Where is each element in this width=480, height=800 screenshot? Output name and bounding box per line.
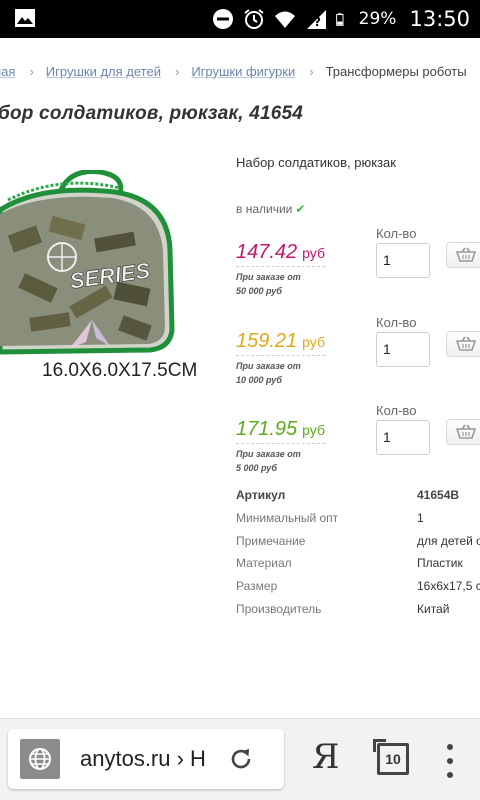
spec-row: Артикул 41654B xyxy=(236,484,480,507)
status-bar: ? 29% 13:50 xyxy=(0,0,480,38)
site-favicon xyxy=(20,739,60,779)
basket-icon xyxy=(456,247,476,262)
tier-condition-amount: 10 000 руб xyxy=(236,375,282,385)
price-currency: руб xyxy=(302,245,325,261)
menu-dot xyxy=(447,744,453,750)
do-not-disturb-icon xyxy=(212,9,233,29)
price-value: 159.21 руб xyxy=(236,329,325,356)
status-icons: ? 29% 13:50 xyxy=(212,0,470,38)
price-value: 171.95 руб xyxy=(236,417,325,444)
spec-label: Минимальный опт xyxy=(236,510,339,525)
clock: 13:50 xyxy=(409,7,470,31)
price-currency: руб xyxy=(302,422,325,438)
breadcrumb-link-toys[interactable]: Игрушки для детей xyxy=(46,64,161,79)
basket-icon xyxy=(456,424,476,439)
spec-row: Производитель Китай xyxy=(236,598,480,621)
menu-dot xyxy=(447,772,453,778)
add-to-cart-button[interactable] xyxy=(446,419,480,445)
breadcrumb-separator: › xyxy=(29,63,34,79)
spec-label: Производитель xyxy=(236,601,322,616)
tier-condition-amount: 5 000 руб xyxy=(236,463,277,473)
tier-condition: При заказе от 5 000 руб xyxy=(236,447,301,475)
spec-value: Китай xyxy=(417,601,450,616)
quantity-input[interactable]: 1 xyxy=(376,420,430,455)
spec-label: Материал xyxy=(236,556,292,571)
price-tier: 159.21 руб При заказе от 10 000 руб Кол-в… xyxy=(236,315,480,399)
battery-percent: 29% xyxy=(358,9,397,29)
breadcrumb-separator: › xyxy=(174,63,180,79)
spec-value: 41654B xyxy=(417,488,460,502)
gallery-notification-icon xyxy=(15,9,35,27)
tier-condition: При заказе от 10 000 руб xyxy=(236,359,301,387)
address-bar[interactable]: anytos.ru › Н xyxy=(8,729,284,789)
price-amount: 171.95 xyxy=(236,418,298,440)
no-signal-icon: ? xyxy=(306,10,326,29)
spec-value: 16x6x17,5 с xyxy=(417,579,480,594)
spec-row: Размер 16x6x17,5 с xyxy=(236,575,480,598)
add-to-cart-button[interactable] xyxy=(446,331,480,357)
yandex-button[interactable]: Я xyxy=(312,737,339,777)
tier-condition: При заказе от 50 000 руб xyxy=(236,270,301,298)
menu-dot xyxy=(447,758,453,764)
breadcrumb-link-home[interactable]: ная xyxy=(0,64,15,79)
spec-row: Минимальный опт 1 xyxy=(236,507,480,530)
breadcrumb-separator: › xyxy=(309,63,314,79)
tier-condition-label: При заказе от xyxy=(236,361,301,371)
reload-icon[interactable] xyxy=(226,744,256,774)
spec-row: Примечание для детей о xyxy=(236,530,480,553)
breadcrumb-current: Трансформеры роботы xyxy=(325,63,467,79)
quantity-label: Кол-во xyxy=(376,315,417,330)
product-name: Набор солдатиков, рюкзак xyxy=(236,155,396,170)
tier-condition-label: При заказе от xyxy=(236,272,301,282)
tabs-button[interactable]: 10 xyxy=(373,739,409,775)
price-tier: 171.95 руб При заказе от 5 000 руб Кол-во… xyxy=(236,403,480,487)
price-amount: 147.42 xyxy=(236,241,298,263)
price-currency: руб xyxy=(302,334,325,350)
checkmark-icon: ✔ xyxy=(295,202,306,216)
add-to-cart-button[interactable] xyxy=(446,242,480,268)
stock-status-text: в наличии xyxy=(236,202,293,216)
breadcrumb-link-figures[interactable]: Игрушки фигурки xyxy=(191,64,295,79)
product-image-caption: 16.0X6.0X17.5CM xyxy=(42,360,197,381)
spec-row: Материал Пластик xyxy=(236,552,480,575)
alarm-icon xyxy=(244,9,264,29)
quantity-label: Кол-во xyxy=(376,226,417,241)
url-text[interactable]: anytos.ru › Н xyxy=(80,746,206,772)
product-image[interactable]: SERIES 16.0X6.0X17.5CM xyxy=(0,170,228,384)
battery-icon xyxy=(335,13,344,26)
quantity-input[interactable]: 1 xyxy=(376,243,430,278)
stock-status: в наличии ✔ xyxy=(236,202,305,216)
quantity-input[interactable]: 1 xyxy=(376,332,430,367)
spec-value: для детей о xyxy=(417,533,480,548)
price-value: 147.42 руб xyxy=(236,240,325,267)
spec-label: Примечание xyxy=(236,533,306,548)
basket-icon xyxy=(456,336,476,351)
globe-icon xyxy=(29,748,51,770)
price-amount: 159.21 xyxy=(236,330,298,352)
browser-toolbar: anytos.ru › Н Я 10 xyxy=(0,718,480,800)
spec-value: Пластик xyxy=(417,556,463,571)
tier-condition-label: При заказе от xyxy=(236,449,301,459)
spec-value: 1 xyxy=(417,510,424,525)
spec-label: Артикул xyxy=(236,488,286,502)
spec-label: Размер xyxy=(236,579,278,594)
spec-table: Артикул 41654B Минимальный опт 1 Примеча… xyxy=(236,484,480,621)
breadcrumb: ная › Игрушки для детей › Игрушки фигурк… xyxy=(0,62,467,80)
price-tier: 147.42 руб При заказе от 50 000 руб Кол-в… xyxy=(236,226,480,310)
tier-condition-amount: 50 000 руб xyxy=(236,286,282,296)
more-menu-button[interactable] xyxy=(440,741,460,781)
quantity-label: Кол-во xyxy=(376,403,417,418)
svg-text:?: ? xyxy=(314,15,321,29)
wifi-icon xyxy=(274,11,295,28)
page-title: бор солдатиков, рюкзак, 41654 xyxy=(0,103,304,124)
